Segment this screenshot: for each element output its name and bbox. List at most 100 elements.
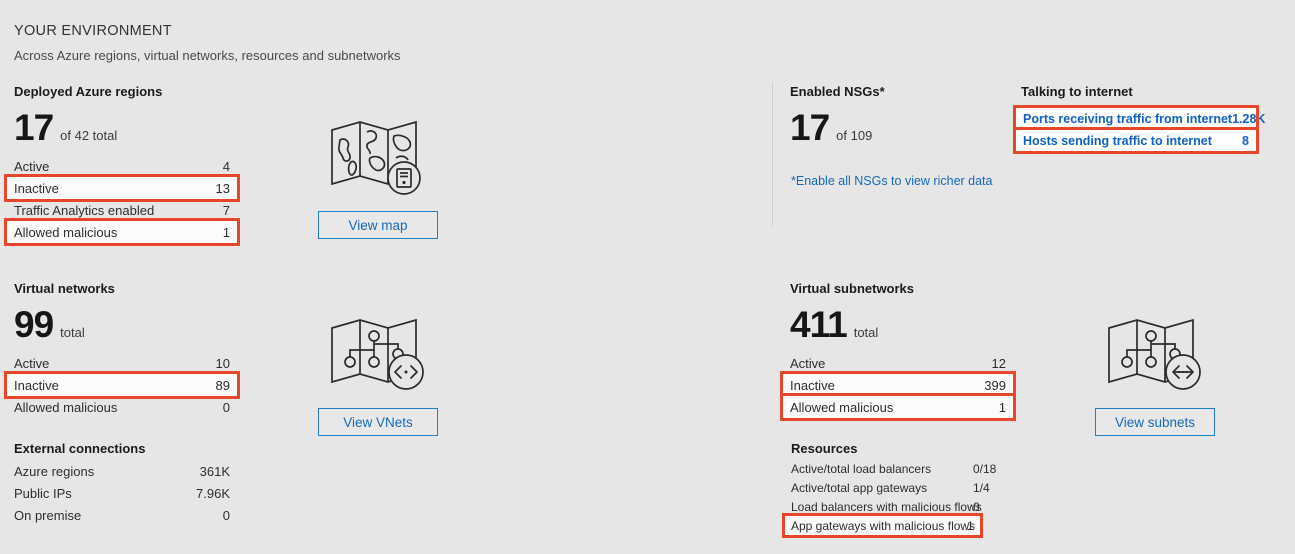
column-divider [772,82,773,226]
view-subnets-button[interactable]: View subnets [1095,408,1215,436]
stat-row-ext-on-premise: On premise 0 [14,504,230,526]
stat-row-subnets-active: Active 12 [790,352,1006,374]
stat-value: 361K [199,463,230,479]
stat-label: Azure regions [14,463,95,479]
stat-label: Inactive [14,377,59,393]
view-subnets-button-label: View subnets [1114,414,1196,430]
net-row-value: 1.28K [1232,111,1266,126]
stat-value: 399 [984,377,1006,393]
stat-value: 0 [222,399,230,415]
res-row-appgw-malicious-flows: App gateways with malicious flows 1 [782,513,983,538]
external-connections-stats: Azure regions 361K Public IPs 7.96K On p… [14,460,230,526]
stat-label: Inactive [14,180,59,196]
stat-value: 1 [998,399,1006,415]
vnets-number: 99 [14,304,54,345]
vnets-count: 99 total [14,306,85,343]
stat-value: 7 [222,202,230,218]
stat-label: Traffic Analytics enabled [14,202,155,218]
stat-value: 12 [991,355,1006,371]
world-map-server-icon [326,112,430,204]
deployed-regions-title: Deployed Azure regions [14,84,163,99]
stat-label: Allowed malicious [790,399,894,415]
talking-to-internet-title: Talking to internet [1021,84,1133,99]
res-value: 0/18 [973,461,997,476]
external-connections-title-wrap: External connections [14,441,145,456]
vnets-title: Virtual networks [14,281,115,296]
deployed-regions-number: 17 [14,107,54,148]
deployed-regions-stats: Active 4 Inactive 13 Traffic Analytics e… [4,155,240,246]
stat-row-subnets-inactive: Inactive 399 [780,371,1016,399]
nsgs-title: Enabled NSGs* [790,84,885,99]
stat-value: 10 [215,355,230,371]
hosts-sending-traffic-link[interactable]: Hosts sending traffic to internet 8 [1013,127,1259,154]
stat-row-subnets-allowed-malicious: Allowed malicious 1 [780,393,1016,421]
stat-value: 0 [222,507,230,523]
stat-row-regions-traffic-analytics: Traffic Analytics enabled 7 [14,199,230,221]
subnets-stats: Active 12 Inactive 399 Allowed malicious… [780,352,1016,421]
view-vnets-button[interactable]: View VNets [318,408,438,436]
res-row-load-balancers: Active/total load balancers 0/18 [791,459,1001,478]
vnets-stats: Active 10 Inactive 89 Allowed malicious … [4,352,240,418]
stat-row-vnets-inactive: Inactive 89 [4,371,240,399]
stat-label: Active [14,158,50,174]
res-value: 0 [973,499,980,514]
res-value: 1 [967,518,974,533]
subnets-count: 411 total [790,306,878,343]
stat-label: Inactive [790,377,835,393]
map-network-code-icon [326,310,430,402]
stat-value: 1 [222,224,230,240]
resources-title: Resources [791,441,858,456]
view-vnets-button-label: View VNets [343,414,413,430]
res-label: Load balancers with malicious flows [791,499,982,514]
stat-label: Allowed malicious [14,224,118,240]
net-row-label: Ports receiving traffic from internet [1023,111,1233,126]
view-map-button[interactable]: View map [318,211,438,239]
stat-row-regions-allowed-malicious: Allowed malicious 1 [4,218,240,246]
deployed-regions-total: of 42 total [60,128,118,143]
res-label: App gateways with malicious flows [791,518,976,533]
res-row-lb-malicious-flows: Load balancers with malicious flows 0 [791,497,1001,516]
subnets-total: total [853,325,879,340]
ports-receiving-traffic-link[interactable]: Ports receiving traffic from internet 1.… [1013,105,1265,132]
page-title: YOUR ENVIRONMENT [14,23,172,39]
nsgs-number: 17 [790,107,830,148]
res-label: Active/total app gateways [791,480,928,495]
net-row-label: Hosts sending traffic to internet [1023,133,1212,148]
stat-label: Allowed malicious [14,399,118,415]
stat-row-ext-public-ips: Public IPs 7.96K [14,482,230,504]
stat-value: 89 [215,377,230,393]
resources-title-wrap: Resources [791,441,857,456]
external-connections-title: External connections [14,441,146,456]
subnets-number: 411 [790,304,848,345]
stat-label: On premise [14,507,82,523]
resources-stats: Active/total load balancers 0/18 Active/… [782,459,1001,538]
deployed-regions-title-wrap: Deployed Azure regions [14,84,162,99]
environment-dashboard: YOUR ENVIRONMENT Across Azure regions, v… [0,0,1295,554]
nsgs-count: 17 of 109 [790,109,872,146]
stat-row-regions-active: Active 4 [14,155,230,177]
internet-title-wrap: Talking to internet [1021,84,1133,99]
res-label: Active/total load balancers [791,461,932,476]
stat-label: Active [790,355,826,371]
stat-row-regions-inactive: Inactive 13 [4,174,240,202]
subnets-title-wrap: Virtual subnetworks [790,281,914,296]
stat-row-vnets-active: Active 10 [14,352,230,374]
stat-label: Active [14,355,50,371]
subnets-title: Virtual subnetworks [790,281,915,296]
nsgs-total: of 109 [836,128,873,143]
net-row-value: 8 [1242,133,1249,148]
stat-value: 4 [222,158,230,174]
map-network-subnet-icon [1103,310,1207,402]
stat-row-ext-azure-regions: Azure regions 361K [14,460,230,482]
view-map-button-label: View map [348,217,408,233]
deployed-regions-count: 17 of 42 total [14,109,117,146]
page-subtitle: Across Azure regions, virtual networks, … [14,48,401,63]
stat-row-vnets-allowed-malicious: Allowed malicious 0 [14,396,230,418]
stat-value: 7.96K [196,485,230,501]
enable-all-nsgs-link[interactable]: *Enable all NSGs to view richer data [791,174,992,188]
stat-label: Public IPs [14,485,72,501]
vnets-total: total [60,325,85,340]
vnets-title-wrap: Virtual networks [14,281,115,296]
res-row-app-gateways: Active/total app gateways 1/4 [791,478,1001,497]
res-value: 1/4 [973,480,990,495]
